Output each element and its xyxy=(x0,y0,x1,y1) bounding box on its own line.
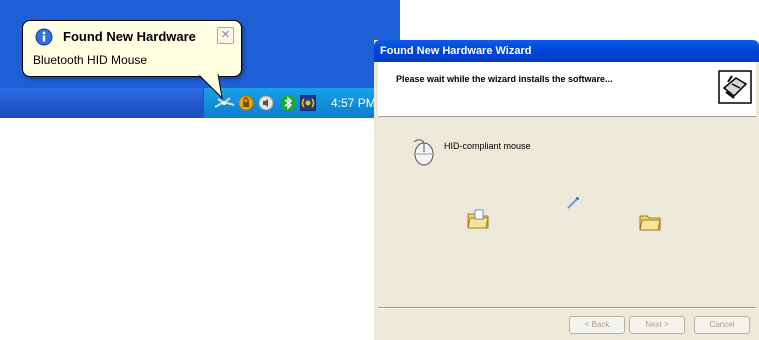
wizard-header-text: Please wait while the wizard installs th… xyxy=(396,74,613,84)
next-button[interactable]: Next > xyxy=(629,316,685,334)
security-shield-icon[interactable] xyxy=(238,95,254,111)
source-folder-icon xyxy=(467,209,489,229)
info-icon xyxy=(35,28,53,46)
found-new-hardware-wizard: Found New Hardware Wizard Please wait wh… xyxy=(374,40,759,340)
mouse-icon xyxy=(413,139,434,166)
wizard-title: Found New Hardware Wizard xyxy=(380,45,532,57)
wizard-titlebar[interactable]: Found New Hardware Wizard xyxy=(374,40,759,62)
volume-icon[interactable] xyxy=(258,95,274,111)
wizard-header: Please wait while the wizard installs th… xyxy=(378,62,756,117)
clock[interactable]: 4:57 PM xyxy=(331,96,376,110)
bluetooth-icon[interactable] xyxy=(280,95,296,111)
notification-balloon[interactable]: Found New Hardware Bluetooth HID Mouse ✕ xyxy=(22,20,242,77)
hardware-wizard-icon xyxy=(718,70,752,104)
footer-divider xyxy=(378,307,756,308)
flying-file-icon xyxy=(567,197,579,209)
balloon-close-button[interactable]: ✕ xyxy=(217,27,234,44)
balloon-title: Found New Hardware xyxy=(63,29,196,44)
balloon-pointer xyxy=(198,74,223,100)
device-name: HID-compliant mouse xyxy=(444,141,531,151)
back-button[interactable]: < Back xyxy=(569,316,625,334)
cancel-button[interactable]: Cancel xyxy=(694,316,750,334)
wireless-icon[interactable] xyxy=(300,95,316,111)
destination-folder-icon xyxy=(639,215,661,231)
balloon-message: Bluetooth HID Mouse xyxy=(33,53,148,67)
